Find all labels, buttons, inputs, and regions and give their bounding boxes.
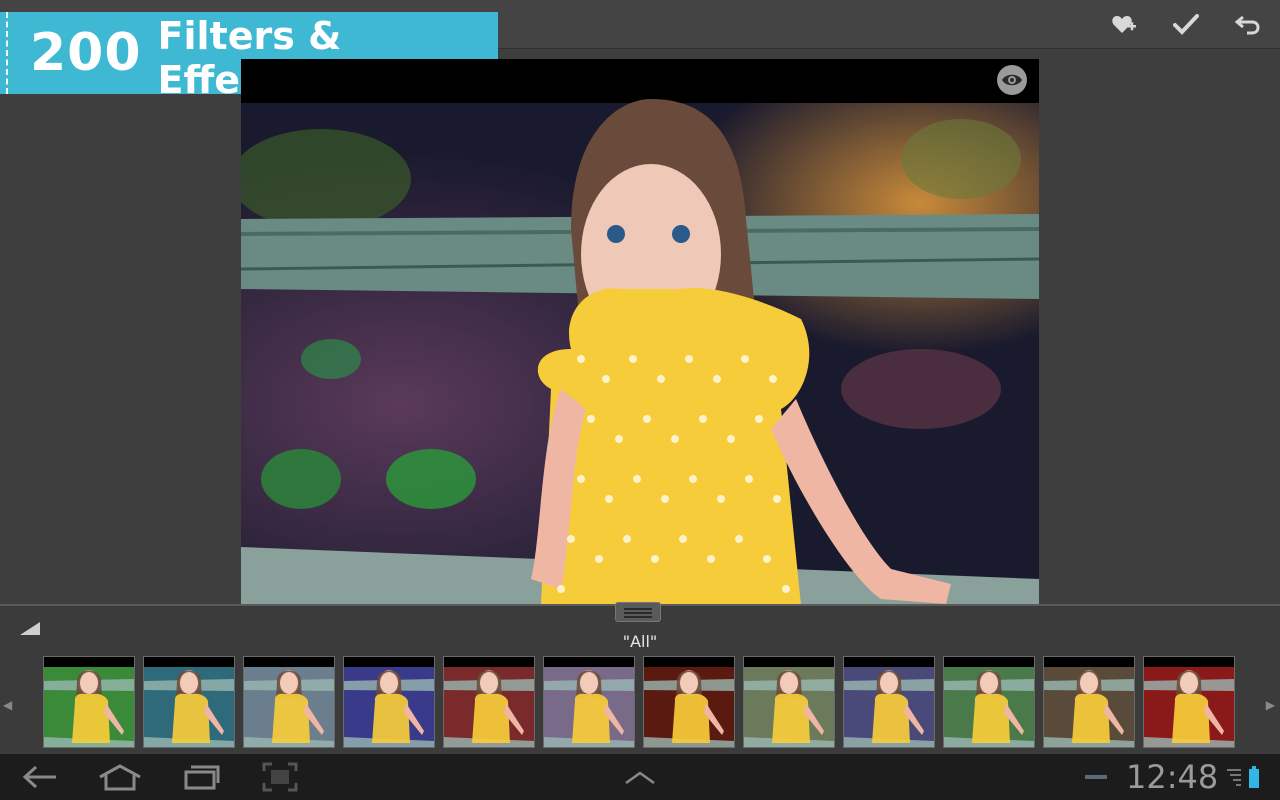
filter-thumbnail-image xyxy=(44,657,134,747)
filter-thumbnail-9[interactable] xyxy=(843,656,935,748)
compare-original-button[interactable] xyxy=(997,65,1027,95)
chevron-up-icon xyxy=(625,771,655,785)
filter-strip-panel: "All" ◀ ▶ xyxy=(0,602,1280,756)
system-nav-bar: 12:48 xyxy=(0,754,1280,800)
filter-thumbnail-image xyxy=(844,657,934,747)
filter-thumbnail-10[interactable] xyxy=(943,656,1035,748)
notification-indicator[interactable] xyxy=(1084,760,1108,794)
apply-button[interactable] xyxy=(1166,6,1206,42)
filter-thumbnail-image xyxy=(244,657,334,747)
check-icon xyxy=(1173,14,1199,35)
signal-icon xyxy=(1226,760,1242,794)
battery-icon xyxy=(1246,760,1262,794)
home-icon xyxy=(99,764,141,791)
filter-thumbnail-image xyxy=(344,657,434,747)
filter-thumbnail-4[interactable] xyxy=(343,656,435,748)
heart-plus-icon xyxy=(1112,16,1136,33)
filter-thumbnail-5[interactable] xyxy=(443,656,535,748)
filter-thumbnail-2[interactable] xyxy=(143,656,235,748)
back-button[interactable] xyxy=(20,760,60,794)
filter-thumbnail-11[interactable] xyxy=(1043,656,1135,748)
scroll-left-icon[interactable]: ◀ xyxy=(3,698,12,712)
notification-dash-icon xyxy=(1085,775,1107,779)
home-button[interactable] xyxy=(96,760,144,794)
photo-preview[interactable] xyxy=(241,59,1039,605)
filter-thumbnail-image xyxy=(744,657,834,747)
filter-thumbnail-3[interactable] xyxy=(243,656,335,748)
filter-thumbnail-7[interactable] xyxy=(643,656,735,748)
filter-thumbnail-8[interactable] xyxy=(743,656,835,748)
eye-icon xyxy=(1002,74,1022,86)
filter-thumbnail-list xyxy=(43,656,1235,748)
top-actions xyxy=(1104,6,1268,42)
filter-thumbnail-image xyxy=(144,657,234,747)
recent-apps-icon xyxy=(184,765,220,790)
undo-icon xyxy=(1235,15,1260,35)
recent-apps-button[interactable] xyxy=(182,760,222,794)
back-arrow-icon xyxy=(22,765,56,789)
filter-thumbnail-image xyxy=(1044,657,1134,747)
banner-stitch-line xyxy=(6,12,8,94)
filter-thumbnail-1[interactable] xyxy=(43,656,135,748)
status-clock: 12:48 xyxy=(1126,758,1219,796)
favorite-add-button[interactable] xyxy=(1104,6,1144,42)
screenshot-icon xyxy=(262,762,298,792)
filter-thumbnail-image xyxy=(444,657,534,747)
filter-thumbnail-image xyxy=(1144,657,1234,747)
filter-thumbnail-6[interactable] xyxy=(543,656,635,748)
screenshot-button[interactable] xyxy=(260,760,300,794)
scroll-right-icon[interactable]: ▶ xyxy=(1266,698,1275,712)
filter-thumbnail-image xyxy=(644,657,734,747)
banner-count: 200 xyxy=(30,23,142,83)
app-menu-button[interactable] xyxy=(620,760,660,794)
filter-thumbnail-image xyxy=(544,657,634,747)
undo-button[interactable] xyxy=(1228,6,1268,42)
category-label: "All" xyxy=(622,632,658,651)
filter-thumbnail-12[interactable] xyxy=(1143,656,1235,748)
strip-drag-handle[interactable] xyxy=(615,602,661,622)
filter-thumbnail-image xyxy=(944,657,1034,747)
preview-photo-image xyxy=(241,59,1039,605)
